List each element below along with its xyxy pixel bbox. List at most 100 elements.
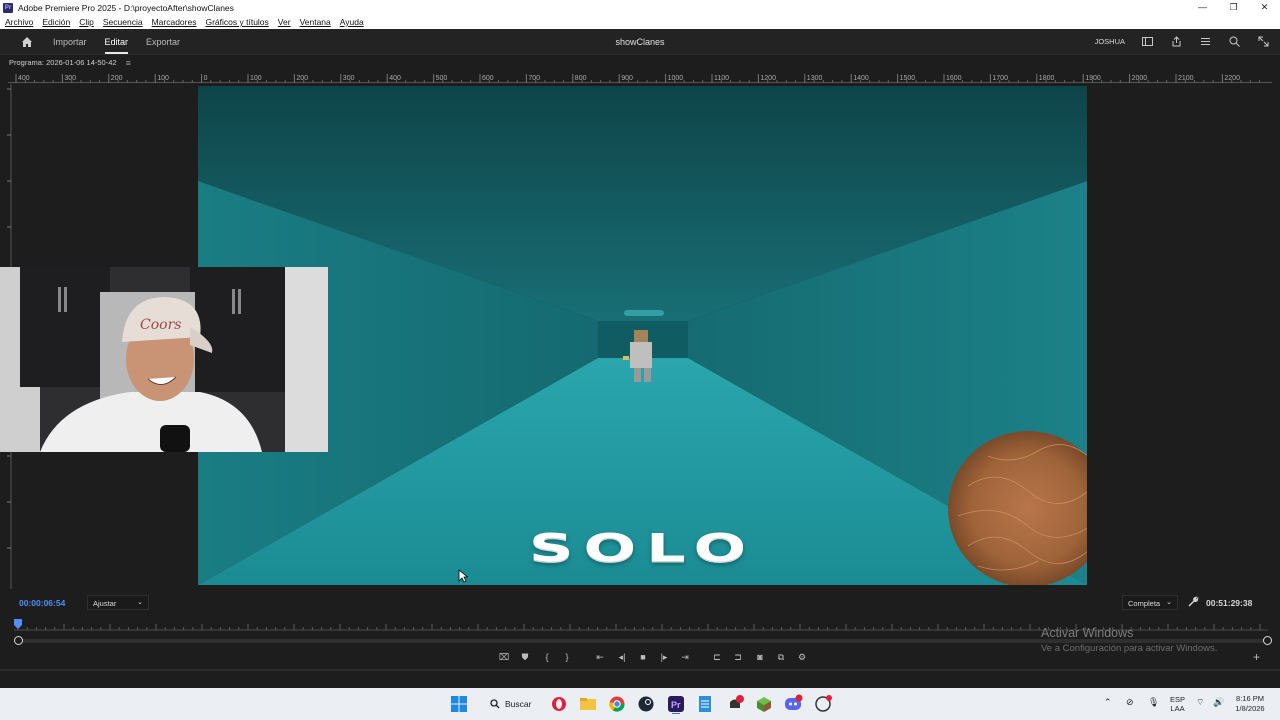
- clock[interactable]: 8:16 PM 1/8/2026: [1230, 694, 1270, 714]
- fit-select[interactable]: Ajustar ⌄: [87, 595, 149, 610]
- notification-app-icon[interactable]: [725, 694, 745, 714]
- user-name[interactable]: JOSHUA: [1095, 37, 1125, 46]
- ruler-label: 300: [343, 75, 355, 82]
- language-code: ESP: [1170, 695, 1186, 704]
- search-label: Buscar: [505, 699, 532, 709]
- steam-icon[interactable]: [636, 694, 656, 714]
- menu-archivo[interactable]: Archivo: [5, 17, 33, 27]
- network-off-icon[interactable]: ⊘: [1126, 697, 1134, 708]
- premiere-app-icon: Pr: [3, 2, 13, 13]
- taskbar-search[interactable]: Buscar: [480, 693, 542, 715]
- search-icon: [490, 699, 500, 709]
- webcam-overlay: Coors: [0, 267, 328, 452]
- go-to-out-icon[interactable]: ⇥: [678, 650, 692, 664]
- activate-windows-subtitle: Ve a Configuración para activar Windows.: [1041, 643, 1218, 654]
- menu-graficos[interactable]: Gráficos y títulos: [205, 17, 268, 27]
- extract-frame-icon[interactable]: ⌧: [497, 650, 511, 664]
- current-timecode[interactable]: 00:00:06:54: [19, 598, 65, 608]
- chrome-icon[interactable]: [607, 694, 627, 714]
- ruler-label: 900: [621, 75, 633, 82]
- ruler-label: 2000: [1132, 75, 1148, 82]
- add-button-icon[interactable]: +: [1253, 650, 1260, 664]
- solo-overlay-text: SOLO: [528, 524, 757, 571]
- file-explorer-icon[interactable]: [578, 694, 598, 714]
- program-monitor-frame[interactable]: SOLO: [198, 86, 1087, 585]
- nav-importar[interactable]: Importar: [53, 37, 87, 47]
- zoom-icon[interactable]: [1228, 35, 1241, 48]
- nav-exportar[interactable]: Exportar: [146, 37, 180, 47]
- menu-marcadores[interactable]: Marcadores: [152, 17, 197, 27]
- svg-text:Pr: Pr: [671, 700, 681, 710]
- menu-clip[interactable]: Clip: [79, 17, 94, 27]
- step-forward-icon[interactable]: |▸: [657, 650, 671, 664]
- stop-icon[interactable]: ■: [636, 650, 650, 664]
- mark-out-icon[interactable]: }: [560, 650, 574, 664]
- share-icon[interactable]: [1170, 35, 1183, 48]
- menu-ayuda[interactable]: Ayuda: [340, 17, 364, 27]
- settings-icon[interactable]: ⚙: [795, 650, 809, 664]
- ruler-label: 1200: [760, 75, 776, 82]
- extract-icon[interactable]: ⊐: [731, 650, 745, 664]
- chevron-down-icon: ⌄: [1166, 599, 1172, 606]
- wrench-icon[interactable]: [1187, 596, 1199, 608]
- panel-divider: [0, 669, 1280, 671]
- menu-lines-icon[interactable]: [1199, 35, 1212, 48]
- ruler-label: 1400: [853, 75, 869, 82]
- lift-icon[interactable]: ⊏: [710, 650, 724, 664]
- menu-ver[interactable]: Ver: [278, 17, 291, 27]
- menu-ventana[interactable]: Ventana: [300, 17, 331, 27]
- premiere-taskbar-icon[interactable]: Pr: [666, 694, 686, 715]
- menu-edicion[interactable]: Edición: [42, 17, 70, 27]
- svg-text:Coors: Coors: [140, 317, 181, 333]
- scroll-handle-left[interactable]: [14, 636, 23, 645]
- menu-secuencia[interactable]: Secuencia: [103, 17, 143, 27]
- volume-icon[interactable]: 🔊: [1213, 697, 1224, 708]
- windows-start-icon[interactable]: [449, 694, 469, 714]
- language-layout: LAA: [1170, 704, 1185, 713]
- microphone-icon[interactable]: 🎙: [1148, 697, 1159, 708]
- monitor-controls-row: 00:00:06:54 Ajustar ⌄ Completa ⌄ 00:51:2…: [0, 594, 1280, 612]
- discord-icon[interactable]: [783, 694, 803, 714]
- home-icon[interactable]: [20, 35, 34, 49]
- close-button[interactable]: ✕: [1249, 0, 1280, 15]
- horizontal-ruler: 400 300 200 100 0 100 200 300 400 500 600 700 800 900…: [8, 72, 1272, 83]
- camera-icon[interactable]: ◙: [753, 650, 767, 664]
- program-panel-label[interactable]: Programa: 2026-01-06 14-50-42: [9, 58, 117, 67]
- opera-icon[interactable]: [549, 694, 569, 714]
- ruler-label: 300: [64, 75, 76, 82]
- ruler-label: 600: [482, 75, 494, 82]
- project-title: showClanes: [615, 36, 665, 47]
- chevron-up-icon[interactable]: ⌃: [1104, 697, 1112, 708]
- playhead-icon: [14, 619, 22, 629]
- activate-windows-title: Activar Windows: [1041, 626, 1134, 640]
- program-panel-header: Programa: 2026-01-06 14-50-42 ≡: [0, 54, 1280, 70]
- obs-icon[interactable]: [813, 694, 833, 714]
- mouse-cursor-icon: [458, 569, 469, 583]
- step-back-icon[interactable]: ◂|: [615, 650, 629, 664]
- ruler-label: 1800: [1039, 75, 1055, 82]
- notepad-icon[interactable]: [695, 694, 715, 714]
- ruler-label: 1600: [946, 75, 962, 82]
- panel-menu-icon[interactable]: ≡: [126, 58, 131, 68]
- clock-date: 1/8/2026: [1235, 704, 1265, 713]
- go-to-in-icon[interactable]: ⇤: [593, 650, 607, 664]
- minecraft-icon[interactable]: [754, 694, 774, 714]
- mark-in-icon[interactable]: {: [540, 650, 554, 664]
- ruler-label: 2100: [1178, 75, 1194, 82]
- add-marker-icon[interactable]: ⛊: [518, 650, 532, 664]
- fullscreen-icon[interactable]: [1257, 35, 1270, 48]
- scroll-handle-right[interactable]: [1263, 636, 1272, 645]
- minimize-button[interactable]: —: [1187, 0, 1218, 15]
- maximize-button[interactable]: ❐: [1218, 0, 1249, 15]
- ruler-label: 100: [157, 75, 169, 82]
- ruler-label: 700: [528, 75, 540, 82]
- fit-select-value: Ajustar: [93, 599, 117, 608]
- ruler-label: 400: [389, 75, 401, 82]
- compare-icon[interactable]: ⧉: [774, 650, 788, 664]
- quality-select[interactable]: Completa ⌄: [1122, 595, 1178, 610]
- wifi-icon[interactable]: ⌔: [1196, 697, 1204, 708]
- panel-layout-icon[interactable]: [1141, 35, 1154, 48]
- language-indicator[interactable]: ESP LAA: [1170, 695, 1185, 713]
- nav-editar[interactable]: Editar: [104, 37, 128, 54]
- ruler-label: 1000: [668, 75, 684, 82]
